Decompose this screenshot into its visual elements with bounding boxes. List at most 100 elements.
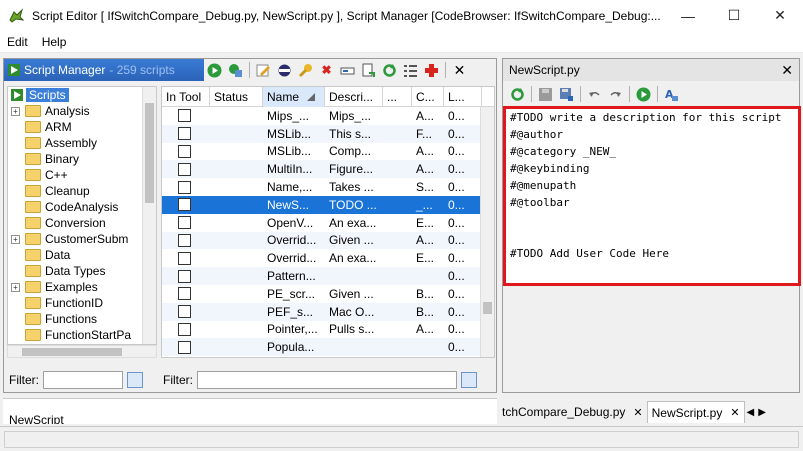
clear-filter-icon[interactable] — [461, 372, 477, 388]
save-as-icon[interactable] — [558, 86, 575, 102]
tree-item[interactable]: + Analysis — [8, 103, 156, 119]
in-tool-checkbox[interactable] — [178, 216, 191, 230]
column-status[interactable]: Status — [210, 87, 263, 107]
expand-icon[interactable]: + — [11, 106, 20, 116]
eclipse-icon[interactable] — [276, 62, 293, 78]
tree-item[interactable]: Conversion — [8, 215, 156, 231]
in-tool-checkbox[interactable] — [178, 127, 191, 141]
tab-newscript[interactable]: NewScript.py ✕ — [646, 401, 745, 423]
table-row[interactable]: Popula... 0... — [162, 338, 494, 357]
table-row[interactable]: Overrid... Given ... A... 0... — [162, 231, 494, 250]
table-row[interactable]: MultiIn... Figure... A... 0... — [162, 160, 494, 179]
tree-horizontal-scrollbar[interactable] — [7, 345, 157, 358]
table-row[interactable]: Pattern... 0... — [162, 267, 494, 285]
table-row[interactable]: PE_scr... Given ... B... 0... — [162, 285, 494, 303]
tree-item[interactable]: + CustomerSubm — [8, 231, 156, 247]
tab-close-icon[interactable]: ✕ — [633, 406, 642, 419]
rename-script-icon[interactable] — [339, 62, 356, 78]
in-tool-checkbox[interactable] — [178, 233, 191, 247]
tab-scroll-right-icon[interactable]: ▶ — [756, 401, 768, 423]
table-row[interactable]: Name,... Takes ... S... 0... — [162, 178, 494, 196]
tab-scroll-left-icon[interactable]: ◀ — [745, 401, 757, 423]
tree-item[interactable]: Functions — [8, 311, 156, 327]
table-row[interactable]: Overrid... An exa... E... 0... — [162, 249, 494, 267]
editor-close-icon[interactable]: ✕ — [781, 62, 793, 79]
run-script-icon[interactable] — [206, 62, 223, 78]
table-row[interactable]: NewS... TODO ... _... 0... — [162, 195, 494, 214]
minimize-button[interactable]: — — [665, 0, 711, 31]
tree-item[interactable]: Binary — [8, 151, 156, 167]
in-tool-checkbox[interactable] — [178, 269, 191, 283]
close-button[interactable]: ✕ — [757, 0, 803, 31]
refresh-icon[interactable] — [509, 86, 526, 102]
delete-script-icon[interactable]: ✖ — [318, 62, 335, 78]
panel-close-icon[interactable]: ✕ — [451, 62, 468, 78]
refresh-icon[interactable] — [381, 62, 398, 78]
status-field — [4, 431, 799, 448]
in-tool-checkbox[interactable] — [178, 305, 191, 319]
in-tool-checkbox[interactable] — [178, 251, 191, 265]
scrollbar-thumb[interactable] — [22, 348, 122, 356]
tab-close-icon[interactable]: ✕ — [730, 406, 739, 419]
run-script-icon[interactable] — [635, 86, 652, 102]
in-tool-checkbox[interactable] — [178, 109, 191, 123]
table-row[interactable]: Pointer,... Pulls s... A... 0... — [162, 321, 494, 339]
help-plus-icon[interactable] — [423, 62, 440, 78]
edit-script-icon[interactable] — [255, 62, 272, 78]
menu-edit[interactable]: Edit — [0, 35, 35, 49]
redo-icon[interactable] — [607, 86, 624, 102]
table-filter-input[interactable] — [197, 371, 457, 389]
table-row[interactable]: MSLib... Comp... A... 0... — [162, 143, 494, 161]
column-name[interactable]: Name — [263, 87, 325, 107]
table-row[interactable]: Print... 0... — [162, 356, 494, 357]
tree-item[interactable]: + Examples — [8, 279, 156, 295]
save-icon[interactable] — [537, 86, 554, 102]
in-tool-checkbox[interactable] — [178, 180, 191, 194]
category-tree[interactable]: Scripts + Analysis ARM Assembly Binary C++ Cle… — [7, 86, 157, 345]
tree-item[interactable]: Assembly — [8, 135, 156, 151]
table-row[interactable]: PEF_s... Mac O... B... 0... — [162, 302, 494, 321]
new-script-icon[interactable] — [360, 62, 377, 78]
maximize-button[interactable]: ☐ — [711, 0, 757, 31]
in-tool-checkbox[interactable] — [178, 340, 191, 354]
expand-icon[interactable]: + — [11, 282, 20, 292]
scrollbar-thumb[interactable] — [483, 302, 492, 314]
table-row[interactable]: OpenV... An exa... E... 0... — [162, 214, 494, 232]
tree-item[interactable]: ARM — [8, 119, 156, 135]
column-description[interactable]: Descri... — [325, 87, 383, 107]
column-location[interactable]: L... — [444, 87, 482, 107]
table-row[interactable]: MSLib... This s... F... 0... — [162, 124, 494, 143]
in-tool-checkbox[interactable] — [178, 198, 191, 212]
font-settings-icon[interactable]: A — [663, 86, 680, 102]
in-tool-checkbox[interactable] — [178, 322, 191, 336]
tab-ifswitchcompare[interactable]: tchCompare_Debug.py ✕ — [498, 401, 647, 423]
in-tool-checkbox[interactable] — [178, 287, 191, 301]
tree-item[interactable]: Cleanup — [8, 183, 156, 199]
tree-item[interactable]: FunctionID — [8, 295, 156, 311]
undo-icon[interactable] — [586, 86, 603, 102]
table-vertical-scrollbar[interactable] — [480, 107, 494, 357]
tree-filter-input[interactable] — [43, 371, 123, 389]
column-in-tool[interactable]: In Tool — [162, 87, 210, 107]
column-category[interactable]: C... — [412, 87, 444, 107]
tree-item-scripts[interactable]: Scripts — [8, 87, 156, 103]
in-tool-checkbox[interactable] — [178, 144, 191, 158]
script-table[interactable]: In Tool Status Name Descri... ... C... L… — [161, 86, 495, 358]
tree-vertical-scrollbar[interactable] — [142, 87, 156, 344]
script-directories-icon[interactable] — [402, 62, 419, 78]
tree-item[interactable]: FunctionStartPa — [8, 327, 156, 343]
key-binding-icon[interactable] — [297, 62, 314, 78]
tree-item[interactable]: Data — [8, 247, 156, 263]
code-editor[interactable]: #TODO write a description for this scrip… — [503, 106, 801, 286]
menu-help[interactable]: Help — [35, 35, 74, 49]
table-row[interactable]: Mips_... Mips_... A... 0... — [162, 107, 494, 125]
run-last-script-icon[interactable] — [227, 62, 244, 78]
in-tool-checkbox[interactable] — [178, 162, 191, 176]
tree-item[interactable]: Data Types — [8, 263, 156, 279]
tree-item[interactable]: CodeAnalysis — [8, 199, 156, 215]
column-more[interactable]: ... — [383, 87, 412, 107]
expand-icon[interactable]: + — [11, 234, 20, 244]
tree-item[interactable]: C++ — [8, 167, 156, 183]
scrollbar-thumb[interactable] — [145, 103, 154, 203]
clear-filter-icon[interactable] — [127, 372, 143, 388]
